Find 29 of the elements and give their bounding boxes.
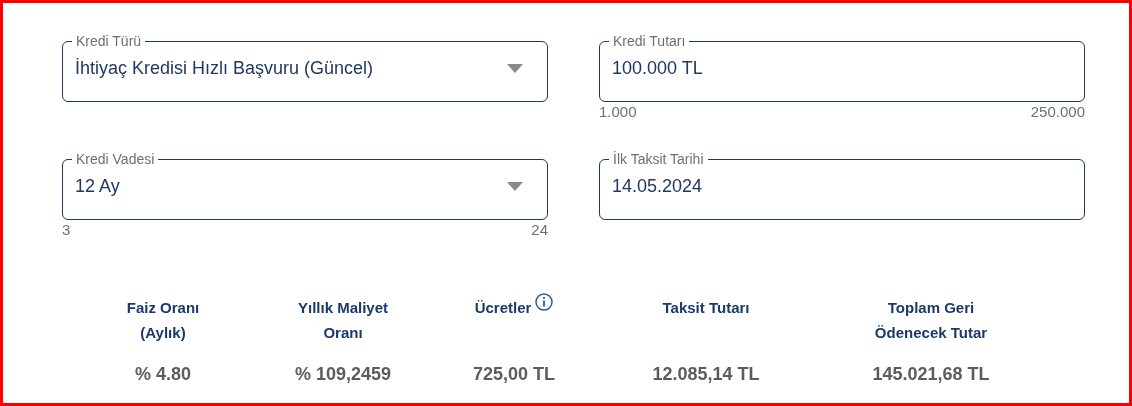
summary-value: 725,00 TL xyxy=(472,363,555,386)
summary-heading: Ücretler xyxy=(474,298,532,318)
field-value: İhtiyaç Kredisi Hızlı Başvuru (Güncel) xyxy=(75,56,375,80)
caret-icon xyxy=(507,63,523,73)
caret-icon xyxy=(507,181,523,191)
field-value: 14.05.2024 xyxy=(612,174,704,198)
input-field[interactable]: İlk Taksit Tarihi 14.05.2024 xyxy=(599,150,1085,220)
field-label: Kredi Vadesi xyxy=(75,150,156,168)
summary-heading: Yıllık Maliyet Oranı xyxy=(297,298,388,343)
field-label: İlk Taksit Tarihi xyxy=(612,150,705,168)
range-max: 24 xyxy=(531,220,548,239)
summary-heading: Toplam Geri Ödenecek Tutar xyxy=(874,298,988,343)
field-value: 12 Ay xyxy=(75,174,121,198)
summary-heading: Faiz Oranı (Aylık) xyxy=(126,298,200,343)
field-label: Kredi Türü xyxy=(75,32,143,50)
range-min: 3 xyxy=(62,220,71,239)
summary-heading: Taksit Tutarı xyxy=(662,298,750,318)
summary-value: 145.021,68 TL xyxy=(872,363,990,386)
field-label: Kredi Tutarı xyxy=(612,32,687,50)
info-icon[interactable] xyxy=(535,293,554,311)
input-field[interactable]: Kredi Tutarı 100.000 TL xyxy=(599,32,1085,102)
summary-value: % 4.80 xyxy=(134,363,191,386)
range-min: 1.000 xyxy=(599,102,637,121)
dropdown-field[interactable]: Kredi Vadesi 12 Ay xyxy=(62,150,548,220)
range-max: 250.000 xyxy=(1030,102,1085,121)
summary-value: % 109,2459 xyxy=(294,363,392,386)
summary-value: 12.085,14 TL xyxy=(652,363,760,386)
dropdown-field[interactable]: Kredi Türü İhtiyaç Kredisi Hızlı Başvuru (Güncel) xyxy=(62,32,548,102)
field-value: 100.000 TL xyxy=(612,56,704,80)
